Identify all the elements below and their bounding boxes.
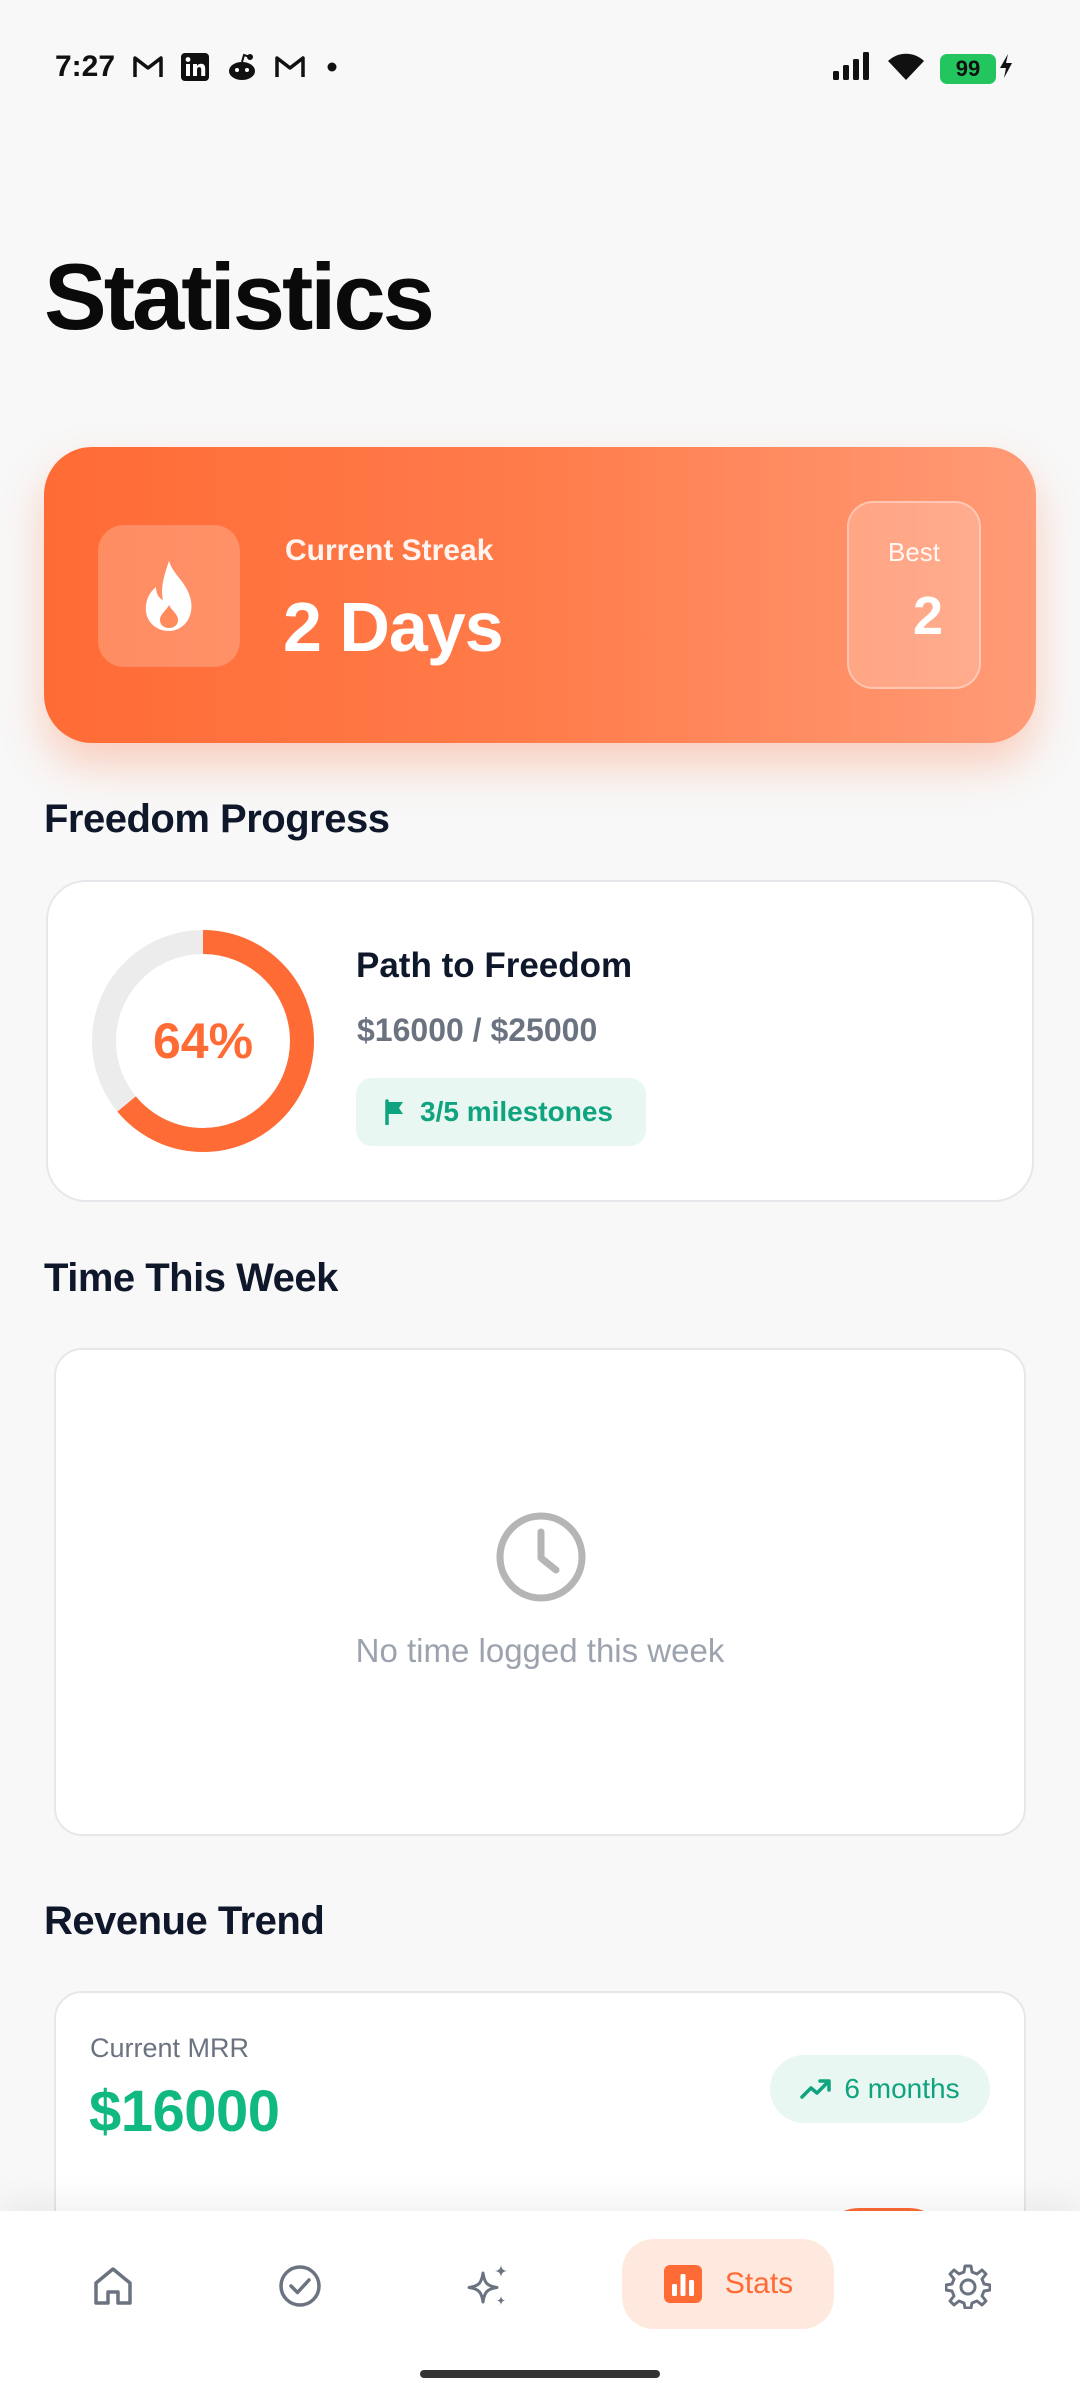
sparkles-icon <box>467 2265 507 2305</box>
mrr-label: Current MRR <box>90 2033 250 2063</box>
page-title: Statistics <box>44 244 435 349</box>
time-empty-message: No time logged this week <box>355 1632 725 1669</box>
trending-up-icon <box>800 2079 832 2099</box>
clock-icon <box>496 1512 586 1602</box>
flag-icon <box>385 1099 403 1125</box>
reddit-icon <box>226 52 258 82</box>
flame-icon <box>145 561 192 631</box>
best-streak-value: 2 <box>912 586 943 646</box>
streak-card: Current Streak 2 Days Best 2 <box>44 447 1036 743</box>
streak-value: 2 Days <box>283 588 504 666</box>
status-time: 7:27 <box>55 50 116 83</box>
gear-icon <box>945 2264 991 2309</box>
signal-icon <box>832 51 872 86</box>
bottom-navigation: Stats <box>0 2211 1080 2400</box>
section-title-freedom-progress: Freedom Progress <box>44 797 390 841</box>
milestones-text: 3/5 milestones <box>420 1096 613 1127</box>
nav-settings[interactable] <box>918 2211 1018 2361</box>
milestones-badge: 3/5 milestones <box>356 1078 646 1146</box>
bar-chart-icon <box>663 2265 702 2303</box>
wifi-icon <box>886 50 926 87</box>
home-indicator <box>420 2370 660 2378</box>
screen: 7:27 99 Statistics Current Streak 2 Days… <box>0 0 1080 2400</box>
battery-indicator: 99 <box>940 53 1014 84</box>
time-this-week-card: No time logged this week <box>54 1348 1026 1836</box>
gmail-icon <box>274 54 306 80</box>
freedom-title: Path to Freedom <box>356 946 633 985</box>
freedom-amounts: $16000 / $25000 <box>357 1012 598 1048</box>
streak-icon-box <box>98 525 240 667</box>
charging-icon <box>998 53 1014 84</box>
period-label: 6 months <box>844 2073 960 2104</box>
best-streak-box: Best 2 <box>847 501 981 689</box>
nav-stats-label: Stats <box>724 2267 794 2300</box>
check-circle-icon <box>279 2265 321 2307</box>
section-title-time-this-week: Time This Week <box>44 1256 338 1300</box>
status-bar: 7:27 99 <box>0 0 1080 130</box>
section-title-revenue-trend: Revenue Trend <box>44 1899 325 1943</box>
nav-tasks[interactable] <box>250 2211 350 2361</box>
nav-ai[interactable] <box>438 2211 538 2361</box>
period-selector[interactable]: 6 months <box>770 2055 990 2123</box>
status-right: 99 <box>832 50 1014 87</box>
freedom-progress-card[interactable]: 64% Path to Freedom $16000 / $25000 3/5 … <box>46 880 1034 1202</box>
nav-home[interactable] <box>63 2211 163 2361</box>
linkedin-icon <box>180 52 210 82</box>
freedom-percent: 64% <box>152 1013 254 1069</box>
mrr-value: $16000 <box>89 2079 280 2144</box>
best-streak-label: Best <box>887 537 941 567</box>
more-notifications-dot-icon <box>322 57 342 77</box>
gmail-icon <box>132 54 164 80</box>
nav-stats[interactable]: Stats <box>622 2239 834 2329</box>
notification-icons <box>132 52 342 82</box>
home-icon <box>94 2267 132 2305</box>
streak-label: Current Streak <box>285 534 494 567</box>
battery-level: 99 <box>940 53 996 84</box>
